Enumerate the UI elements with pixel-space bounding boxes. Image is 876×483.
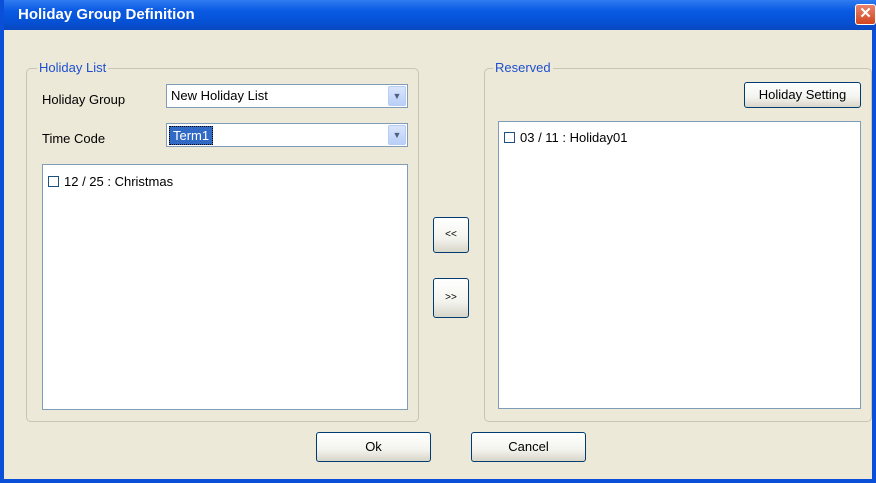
holiday-setting-label: Holiday Setting bbox=[758, 87, 847, 102]
holiday-listbox[interactable]: 12 / 25 : Christmas bbox=[42, 164, 408, 410]
move-right-label: >> bbox=[445, 292, 457, 303]
time-code-value: Term1 bbox=[169, 126, 214, 145]
list-item[interactable]: 12 / 25 : Christmas bbox=[48, 174, 173, 189]
cancel-label: Cancel bbox=[508, 439, 549, 454]
move-right-button[interactable]: >> bbox=[433, 278, 469, 318]
reserved-legend: Reserved bbox=[493, 60, 553, 75]
cancel-button[interactable]: Cancel bbox=[471, 432, 586, 462]
title-bar[interactable]: Holiday Group Definition ✕ bbox=[4, 0, 876, 30]
holiday-group-select[interactable]: New Holiday List ▼ bbox=[166, 84, 408, 108]
holiday-checkbox[interactable] bbox=[48, 176, 59, 187]
move-left-button[interactable]: << bbox=[433, 217, 469, 253]
time-code-select[interactable]: Term1 ▼ bbox=[166, 123, 408, 147]
close-icon: ✕ bbox=[859, 5, 872, 22]
list-item-label: 03 / 11 : Holiday01 bbox=[520, 130, 628, 145]
holiday-setting-button[interactable]: Holiday Setting bbox=[744, 82, 861, 108]
move-left-label: << bbox=[445, 229, 457, 240]
holiday-list-legend: Holiday List bbox=[37, 60, 109, 75]
holiday-group-dialog: Holiday Group Definition ✕ Holiday List … bbox=[0, 0, 876, 483]
dialog-title: Holiday Group Definition bbox=[18, 6, 195, 23]
chevron-down-icon[interactable]: ▼ bbox=[388, 86, 406, 106]
reserved-checkbox[interactable] bbox=[504, 132, 515, 143]
close-button[interactable]: ✕ bbox=[855, 4, 876, 25]
list-item-label: 12 / 25 : Christmas bbox=[64, 174, 174, 189]
list-item[interactable]: 03 / 11 : Holiday01 bbox=[504, 130, 627, 145]
holiday-group-label: Holiday Group bbox=[42, 92, 126, 107]
holiday-group-value: New Holiday List bbox=[171, 88, 268, 103]
chevron-down-icon[interactable]: ▼ bbox=[388, 125, 406, 145]
ok-label: Ok bbox=[365, 439, 382, 454]
time-code-label: Time Code bbox=[42, 131, 106, 146]
ok-button[interactable]: Ok bbox=[316, 432, 431, 462]
reserved-listbox[interactable]: 03 / 11 : Holiday01 bbox=[498, 121, 861, 409]
